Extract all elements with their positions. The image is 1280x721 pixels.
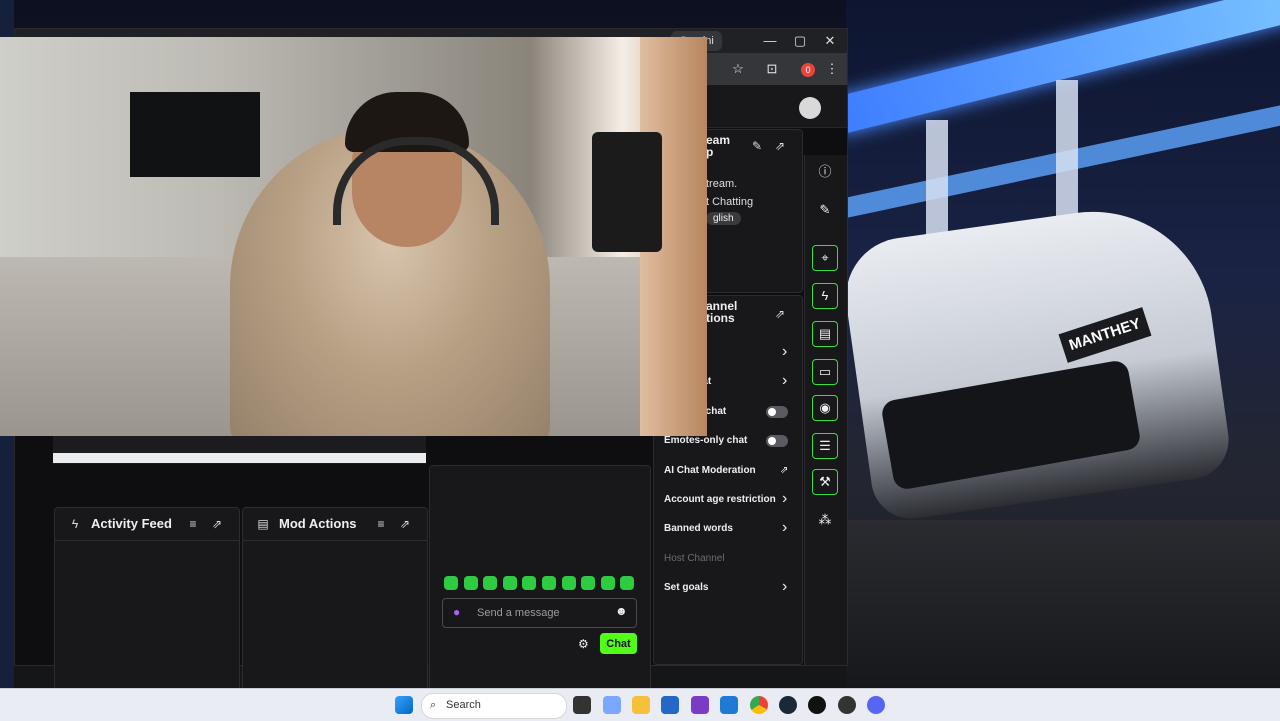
- mod-actions-title: Mod Actions: [279, 516, 357, 531]
- copilot-icon[interactable]: [603, 696, 621, 714]
- clipboard-icon: ▤: [257, 517, 269, 531]
- stream-info-title: eam p: [706, 133, 731, 159]
- external-link-icon[interactable]: ⇗: [780, 465, 788, 476]
- chatgpt-icon[interactable]: [808, 696, 826, 714]
- broadcast-icon[interactable]: ◉: [812, 395, 838, 421]
- bolt-icon: ϟ: [71, 517, 79, 531]
- mod-action-label: Account age restriction: [664, 494, 776, 505]
- start-icon[interactable]: [395, 696, 413, 714]
- popout-icon[interactable]: ⇗: [209, 516, 225, 532]
- popout-icon[interactable]: ⇗: [772, 138, 788, 154]
- activity-feed-panel: ϟ Activity Feed ≡ ⇗: [54, 507, 240, 693]
- star-icon[interactable]: ☆: [729, 60, 747, 78]
- mod-action-label: Host Channel: [664, 552, 725, 564]
- channel-actions-title: annel tions: [706, 299, 738, 325]
- stream-category: t Chatting: [706, 196, 754, 208]
- chevron-right-icon[interactable]: ›: [782, 519, 787, 537]
- extension-badge[interactable]: 0: [801, 63, 815, 77]
- avatar[interactable]: [799, 97, 821, 119]
- minimize-button[interactable]: —: [755, 31, 785, 51]
- taskbar-search[interactable]: ⌕ Search: [421, 693, 567, 719]
- discord-icon[interactable]: [867, 696, 885, 714]
- mod-action-label: AI Chat Moderation: [664, 464, 756, 476]
- file-explorer-icon[interactable]: [632, 696, 650, 714]
- focus-icon[interactable]: ⌖: [812, 245, 838, 271]
- mod-actions-panel: ▤ Mod Actions ≡ ⇗: [242, 507, 428, 693]
- taskbar-search-label: Search: [446, 699, 481, 711]
- language-chip: glish: [706, 212, 741, 225]
- right-sidebar: ⓘ ✎ ⌖ ϟ ▤ ▭ ◉ ☰ ⚒ ⁂: [804, 155, 847, 665]
- bolt-icon[interactable]: ϟ: [812, 283, 838, 309]
- mod-action-label: Set goals: [664, 582, 709, 594]
- emote-icon[interactable]: [561, 576, 576, 590]
- steam-icon[interactable]: [779, 696, 797, 714]
- search-icon: ⌕: [430, 699, 437, 711]
- mod-action-label: Emotes-only chat: [664, 435, 748, 447]
- emote-icon[interactable]: [581, 576, 596, 590]
- emote-icon[interactable]: [542, 576, 556, 590]
- maximize-button[interactable]: ▢: [785, 31, 815, 51]
- chat-panel: [429, 465, 651, 693]
- mod-action-row[interactable]: AI Chat Moderation ⇗: [654, 458, 802, 486]
- apps-icon[interactable]: ⁂: [812, 507, 838, 533]
- emote-icon[interactable]: [502, 576, 517, 590]
- chevron-right-icon[interactable]: ›: [782, 372, 787, 390]
- chevron-right-icon[interactable]: ›: [782, 490, 787, 508]
- mod-action-row: Host Channel: [654, 546, 802, 574]
- popout-icon[interactable]: ⇗: [397, 516, 413, 532]
- chrome-icon[interactable]: [750, 696, 768, 714]
- chat-bubble-icon[interactable]: ▭: [812, 359, 838, 385]
- task-view-icon[interactable]: [573, 696, 591, 714]
- filter-icon[interactable]: ≡: [373, 516, 389, 532]
- outlook-icon[interactable]: [720, 696, 738, 714]
- tab-search-icon[interactable]: ⊡: [763, 60, 781, 78]
- chat-settings-icon[interactable]: ⚙: [578, 637, 589, 651]
- chat-input[interactable]: [475, 604, 609, 622]
- app-icon[interactable]: [838, 696, 856, 714]
- emote-icon[interactable]: [463, 576, 478, 590]
- layout-icon[interactable]: ☰: [812, 433, 838, 459]
- edit-icon[interactable]: ✎: [749, 138, 765, 154]
- emote-icon[interactable]: [600, 576, 615, 590]
- clipboard-icon[interactable]: ▤: [812, 321, 838, 347]
- taskbar: ⌕ Search: [0, 688, 1280, 721]
- mod-actions-header: ▤ Mod Actions ≡ ⇗: [243, 508, 427, 541]
- toggle-switch[interactable]: [766, 405, 788, 418]
- emote-icon[interactable]: [483, 576, 498, 590]
- screen-preview: [53, 436, 426, 464]
- emoji-icon[interactable]: ☻: [615, 604, 628, 618]
- filter-icon[interactable]: ≡: [185, 516, 201, 532]
- mod-action-row[interactable]: Set goals ›: [654, 575, 802, 603]
- desktop-wallpaper: MANTHEY: [846, 0, 1280, 688]
- close-button[interactable]: ✕: [815, 31, 845, 51]
- activity-feed-title: Activity Feed: [91, 516, 172, 531]
- emote-icon[interactable]: [620, 576, 635, 590]
- emote-icon[interactable]: [522, 576, 537, 590]
- activity-feed-header: ϟ Activity Feed ≡ ⇗: [55, 508, 239, 541]
- menu-icon[interactable]: ⋮: [823, 60, 841, 78]
- chat-input-box[interactable]: ● ☻: [442, 598, 637, 628]
- mod-action-label: Banned words: [664, 523, 733, 535]
- chevron-right-icon[interactable]: ›: [782, 343, 787, 361]
- stream-description: tream.: [706, 178, 738, 190]
- mod-action-row[interactable]: Banned words ›: [654, 516, 802, 544]
- info-icon[interactable]: ⓘ: [812, 159, 838, 185]
- webcam-overlay: [0, 37, 707, 436]
- chevron-right-icon[interactable]: ›: [782, 578, 787, 596]
- chat-send-button[interactable]: Chat: [600, 633, 637, 654]
- emote-icon[interactable]: [444, 576, 458, 590]
- toggle-switch[interactable]: [766, 435, 788, 448]
- app-icon[interactable]: [691, 696, 709, 714]
- popout-icon[interactable]: ⇗: [772, 306, 788, 322]
- mod-action-row[interactable]: Account age restriction ›: [654, 487, 802, 515]
- pencil-icon[interactable]: ✎: [812, 197, 838, 223]
- store-icon[interactable]: [661, 696, 679, 714]
- microphone-icon[interactable]: ●: [453, 605, 460, 619]
- wrench-icon[interactable]: ⚒: [812, 469, 838, 495]
